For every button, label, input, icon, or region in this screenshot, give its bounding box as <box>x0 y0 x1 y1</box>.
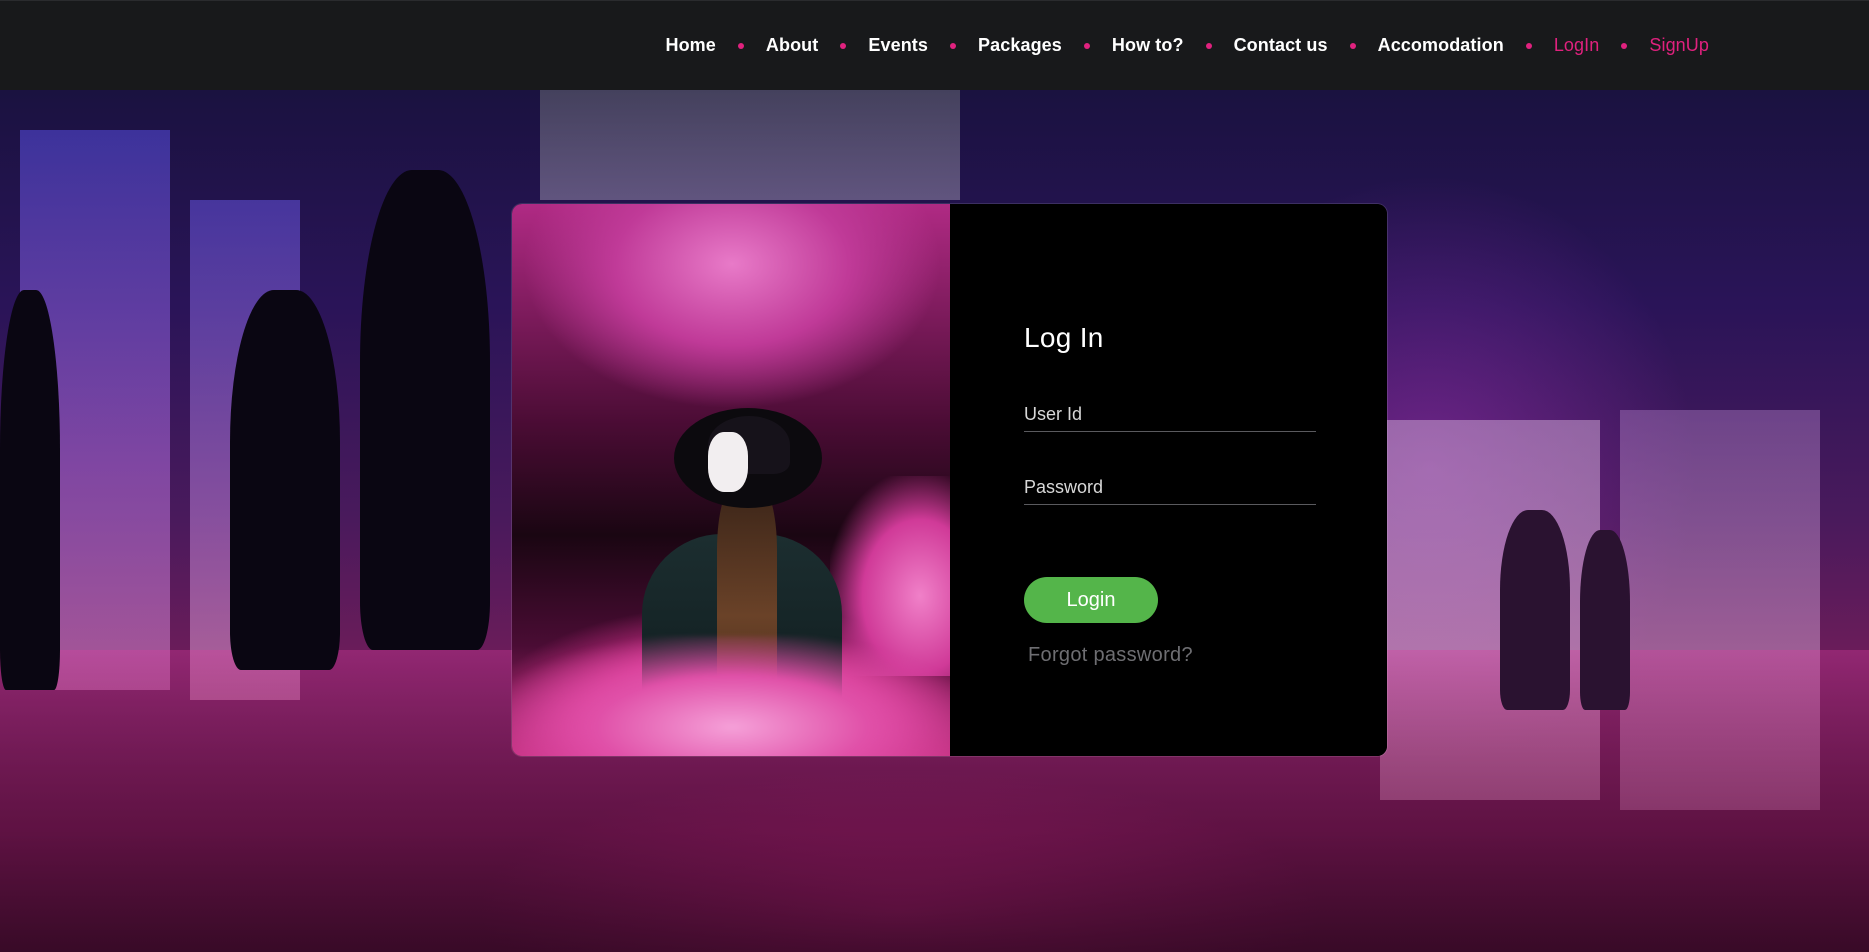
nav-link-how-to[interactable]: How to? <box>1112 35 1184 56</box>
forgot-password-link[interactable]: Forgot password? <box>1028 644 1193 667</box>
photo-figure-hand <box>708 432 748 492</box>
top-navbar: Home About Events Packages How to? Conta… <box>0 0 1869 90</box>
nav-separator-dot <box>1621 42 1628 49</box>
nav-item-login: LogIn <box>1554 35 1650 56</box>
nav-link-packages[interactable]: Packages <box>978 35 1062 56</box>
nav-separator-dot <box>1205 42 1212 49</box>
login-card: Log In Login Forgot password? <box>512 204 1387 756</box>
background-silhouette <box>1500 510 1570 710</box>
nav-link-signup[interactable]: SignUp <box>1649 35 1709 56</box>
nav-separator-dot <box>1525 42 1532 49</box>
nav-item-signup: SignUp <box>1649 35 1709 56</box>
nav-link-contact-us[interactable]: Contact us <box>1234 35 1328 56</box>
password-input[interactable] <box>1024 465 1316 504</box>
background-window <box>540 90 960 200</box>
nav-item-events: Events <box>868 35 978 56</box>
nav-link-home[interactable]: Home <box>665 35 715 56</box>
nav-separator-dot <box>1349 42 1356 49</box>
login-card-photo <box>512 204 950 756</box>
nav-link-accomodation[interactable]: Accomodation <box>1378 35 1504 56</box>
nav-separator-dot <box>737 42 744 49</box>
nav-item-home: Home <box>665 35 765 56</box>
login-form: Log In Login Forgot password? <box>950 204 1387 756</box>
nav-menu: Home About Events Packages How to? Conta… <box>665 35 1709 56</box>
password-field-wrapper <box>1024 465 1316 505</box>
nav-separator-dot <box>950 42 957 49</box>
login-button[interactable]: Login <box>1024 577 1158 623</box>
background-silhouette <box>0 290 60 690</box>
nav-item-packages: Packages <box>978 35 1112 56</box>
nav-item-how-to: How to? <box>1112 35 1234 56</box>
userid-input[interactable] <box>1024 392 1316 431</box>
nav-item-contact-us: Contact us <box>1234 35 1378 56</box>
nav-link-login[interactable]: LogIn <box>1554 35 1600 56</box>
nav-link-events[interactable]: Events <box>868 35 928 56</box>
nav-link-about[interactable]: About <box>766 35 818 56</box>
nav-separator-dot <box>1083 42 1090 49</box>
nav-item-about: About <box>766 35 868 56</box>
userid-field-wrapper <box>1024 392 1316 432</box>
background-silhouette <box>1580 530 1630 710</box>
nav-separator-dot <box>840 42 847 49</box>
background-silhouette <box>230 290 340 670</box>
pink-smoke <box>512 636 950 756</box>
login-title: Log In <box>1024 322 1104 353</box>
nav-item-accomodation: Accomodation <box>1378 35 1554 56</box>
background-silhouette <box>360 170 490 650</box>
